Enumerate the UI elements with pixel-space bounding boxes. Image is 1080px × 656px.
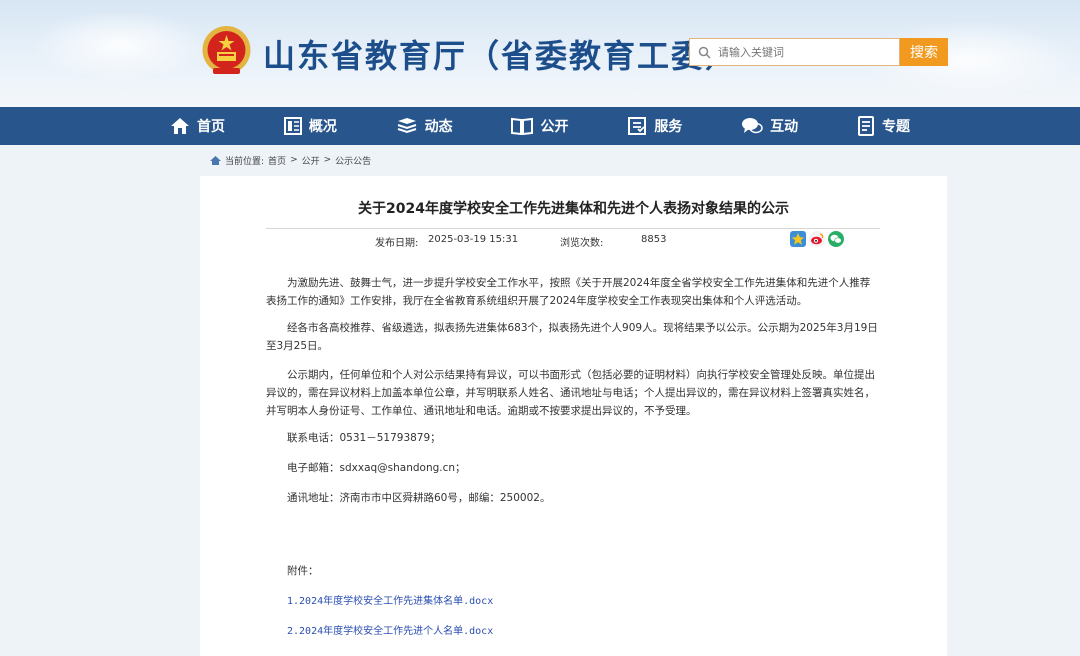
breadcrumb-home[interactable]: 首页 [268,154,286,167]
contact-phone: 联系电话：0531－51793879； [287,432,441,444]
breadcrumb-separator: > [323,155,332,165]
nav-item-topic[interactable]: 专题 [857,107,910,145]
service-icon [628,117,647,135]
views-count: 8853 [641,234,667,245]
search-button[interactable]: 搜索 [900,38,948,66]
nav-item-news[interactable]: 动态 [396,107,453,145]
home-icon [171,118,189,134]
header-cloud-decoration [30,10,210,80]
attachments-label: 附件： [287,565,319,577]
site-title[interactable]: 山东省教育厅（省委教育工委） [263,31,739,77]
article-title: 关于2024年度学校安全工作先进集体和先进个人表扬对象结果的公示 [358,201,789,217]
title-divider [266,228,880,229]
nav-item-label: 服务 [654,119,683,135]
breadcrumb-prefix: 当前位置: [225,156,265,167]
nav-item-label: 首页 [197,119,225,135]
article-paragraph: 公示期内，任何单位和个人对公示结果持有异议，可以书面形式（包括必要的证明材料）向… [266,369,875,417]
nav-item-label: 概况 [308,119,337,135]
publish-date-label: 发布日期: [375,238,419,249]
article-paragraph: 为激励先进、鼓舞士气，进一步提升学校安全工作水平，按照《关于开展2024年度全省… [266,277,871,307]
favorite-share-icon[interactable] [790,231,806,247]
attachment-link[interactable]: 2.2024年度学校安全工作先进个人名单.docx [287,622,901,641]
nav-item-overview[interactable]: 概况 [283,107,337,145]
search-icon [690,39,718,65]
overview-icon [283,117,302,135]
news-icon [397,118,416,134]
contact-address: 通讯地址：济南市市中区舜耕路60号，邮编：250002。 [287,492,551,504]
site-header: 山东省教育厅（省委教育工委） 搜索 [0,0,1080,107]
main-nav: 首页 概况 动态 公开 服务 互动 专题 [0,107,1080,145]
search-input[interactable] [718,45,888,59]
nav-item-label: 动态 [424,119,453,135]
topic-icon [857,116,874,136]
breadcrumb-public[interactable]: 公开 [302,154,320,167]
nav-item-home[interactable]: 首页 [170,107,225,145]
nav-item-public[interactable]: 公开 [511,107,568,145]
article-container: 关于2024年度学校安全工作先进集体和先进个人表扬对象结果的公示 发布日期: 2… [200,176,947,656]
wechat-share-icon[interactable] [828,231,844,247]
search-box[interactable] [689,38,900,66]
home-small-icon [210,155,221,165]
nav-item-label: 公开 [540,119,569,135]
breadcrumb: 当前位置: 首页 > 公开 > 公示公告 [210,151,371,169]
breadcrumb-announcement[interactable]: 公示公告 [335,154,371,167]
article-paragraph: 经各市各高校推荐、省级遴选，拟表扬先进集体683个，拟表扬先进个人909人。现将… [266,322,878,352]
nav-item-label: 专题 [881,119,910,135]
views-label: 浏览次数: [560,238,604,249]
nav-item-service[interactable]: 服务 [627,107,682,145]
attachment-link-text[interactable]: 2.2024年度学校安全工作先进个人名单.docx [287,626,493,637]
attachment-link[interactable]: 1.2024年度学校安全工作先进集体名单.docx [287,592,901,611]
publish-date: 2025-03-19 15:31 [428,234,519,245]
nav-item-interact[interactable]: 互动 [741,107,798,145]
share-bar [790,231,844,247]
contact-email: 电子邮箱：sdxxaq@shandong.cn； [287,462,466,474]
attachment-link-text[interactable]: 1.2024年度学校安全工作先进集体名单.docx [287,596,493,607]
national-emblem-icon [202,26,251,74]
weibo-share-icon[interactable] [809,231,825,247]
breadcrumb-separator: > [290,155,298,165]
chat-icon [742,118,763,134]
nav-item-label: 互动 [770,119,799,135]
book-icon [511,117,534,135]
